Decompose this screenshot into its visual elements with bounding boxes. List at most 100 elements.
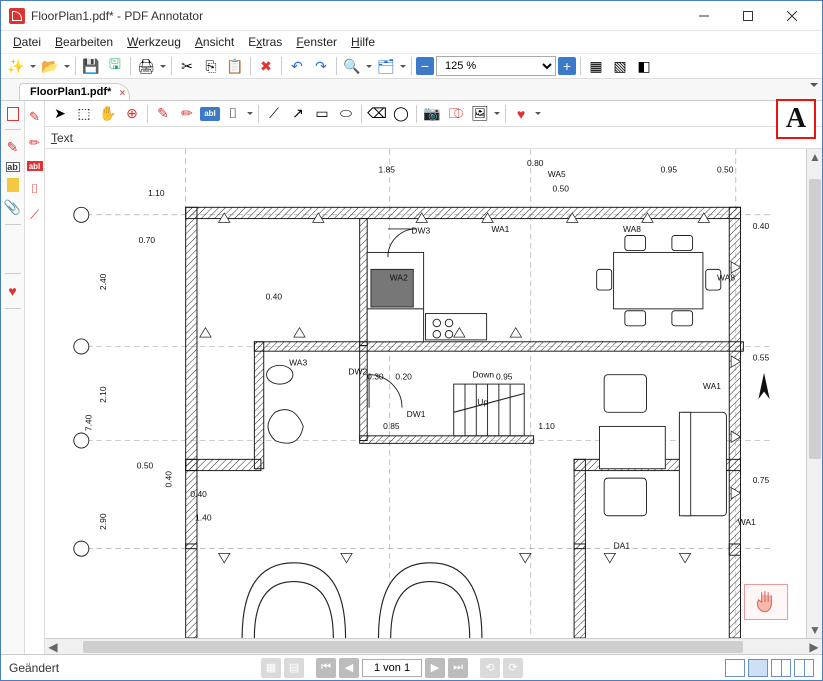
zoom-out-button[interactable]: − <box>416 57 434 75</box>
menu-view[interactable]: Ansicht <box>189 33 240 51</box>
document-viewport[interactable]: 1.85 0.80 0.95 0.50 0.50 1.10 0.70 0.40 … <box>45 149 822 654</box>
replace-button[interactable]: 🗂 <box>375 55 397 77</box>
minimize-button[interactable] <box>682 2 726 30</box>
line-ann[interactable]: ⟋ <box>263 103 285 125</box>
zoom-tool[interactable]: ⊕ <box>121 103 143 125</box>
view-single[interactable] <box>725 659 745 677</box>
page-button[interactable]: ▦ <box>585 55 607 77</box>
scroll-left-icon[interactable]: ◀ <box>45 639 61 654</box>
eraser-ann[interactable]: ⌫ <box>366 103 388 125</box>
menu-tool[interactable]: Werkzeug <box>121 33 187 51</box>
marker-tool-icon[interactable]: ✏ <box>27 135 43 151</box>
nav-thumb1-icon[interactable]: ▦ <box>261 658 281 678</box>
pen-tool-icon[interactable]: ✎ <box>27 109 43 125</box>
page-opts-button[interactable]: ▧ <box>609 55 631 77</box>
print-button[interactable]: 🖨 <box>135 55 157 77</box>
replace-dropdown[interactable] <box>399 62 407 71</box>
marker-ann[interactable]: ✏ <box>176 103 198 125</box>
nav-back-icon[interactable]: ⟲ <box>480 658 500 678</box>
menu-extras[interactable]: Extras <box>242 33 288 51</box>
clip-icon[interactable]: 📎 <box>4 198 22 216</box>
nav-first-icon[interactable]: ⏮ <box>316 658 336 678</box>
menu-file[interactable]: Datei <box>7 33 47 51</box>
menu-edit[interactable]: Bearbeiten <box>49 33 119 51</box>
app-icon <box>9 8 25 24</box>
text-label[interactable]: Text <box>51 131 73 145</box>
tabs-dropdown[interactable] <box>810 83 818 91</box>
nav-thumb2-icon[interactable]: ▤ <box>284 658 304 678</box>
scrollbar-vertical[interactable]: ▲ ▼ <box>806 149 822 638</box>
status-modified: Geändert <box>9 661 59 675</box>
open-button[interactable]: 📂 <box>39 55 61 77</box>
image-dd[interactable] <box>493 109 501 118</box>
print-dropdown[interactable] <box>159 62 167 71</box>
text-tool-icon[interactable]: abl <box>27 161 43 171</box>
fav-dd[interactable] <box>534 109 542 118</box>
view-two-up[interactable] <box>771 659 791 677</box>
rect-ann[interactable]: ▭ <box>311 103 333 125</box>
search-dropdown[interactable] <box>365 62 373 71</box>
undo-button[interactable]: ↶ <box>286 55 308 77</box>
svg-text:0.70: 0.70 <box>139 235 156 245</box>
nav-next-icon[interactable]: ▶ <box>425 658 445 678</box>
text-ann[interactable]: abl <box>200 107 220 121</box>
note-icon[interactable] <box>7 178 19 192</box>
paste-button[interactable]: 📋 <box>224 55 246 77</box>
scroll-right-icon[interactable]: ▶ <box>806 639 822 654</box>
maximize-button[interactable] <box>726 2 770 30</box>
new-dropdown[interactable] <box>29 62 37 71</box>
scroll-up-icon[interactable]: ▲ <box>807 149 822 165</box>
line-tool-icon[interactable]: ⟋ <box>27 207 43 223</box>
ellipse-ann[interactable]: ⬭ <box>335 103 357 125</box>
search-button[interactable]: 🔍 <box>341 55 363 77</box>
close-button[interactable] <box>770 2 814 30</box>
stamp-tool-icon[interactable]: ⌷ <box>27 181 43 197</box>
page-canvas[interactable]: 1.85 0.80 0.95 0.50 0.50 1.10 0.70 0.40 … <box>45 149 806 638</box>
select-tool[interactable]: ⬚ <box>73 103 95 125</box>
scroll-thumb-h[interactable] <box>83 641 743 653</box>
pen-red-icon[interactable]: ✎ <box>4 138 22 156</box>
tab-close-icon[interactable]: × <box>119 88 125 99</box>
view-two-cont[interactable] <box>794 659 814 677</box>
view-continuous[interactable] <box>748 659 768 677</box>
nav-prev-icon[interactable]: ◀ <box>339 658 359 678</box>
menu-window[interactable]: Fenster <box>290 33 343 51</box>
pan-tool[interactable]: ✋ <box>97 103 119 125</box>
nav-last-icon[interactable]: ⏭ <box>448 658 468 678</box>
delete-button[interactable]: ✖ <box>255 55 277 77</box>
cut-button[interactable]: ✂ <box>176 55 198 77</box>
fullscreen-button[interactable]: ◧ <box>633 55 655 77</box>
page-input[interactable] <box>362 659 422 677</box>
svg-text:Up: Up <box>477 397 488 407</box>
scroll-down-icon[interactable]: ▼ <box>807 622 822 638</box>
text-icon[interactable]: ab <box>6 162 20 172</box>
favorite-icon[interactable]: ♥ <box>510 103 532 125</box>
image-icon[interactable]: 🖼 <box>469 103 491 125</box>
stamp-dd[interactable] <box>246 109 254 118</box>
nav-fwd-icon[interactable]: ⟳ <box>503 658 523 678</box>
crop-icon[interactable]: ⎄ <box>445 103 467 125</box>
save-button[interactable]: 💾 <box>80 55 102 77</box>
zoom-in-button[interactable]: + <box>558 57 576 75</box>
tab-active[interactable]: FloorPlan1.pdf* × <box>19 83 130 100</box>
copy-button[interactable]: ⎘ <box>200 55 222 77</box>
pointer-tool[interactable]: ➤ <box>49 103 71 125</box>
zoom-select[interactable]: 125 % <box>436 56 556 76</box>
stamp-ann[interactable]: ⌷ <box>222 103 244 125</box>
rect-icon[interactable] <box>7 107 19 121</box>
pen-ann[interactable]: ✎ <box>152 103 174 125</box>
open-dropdown[interactable] <box>63 62 71 71</box>
page-nav: ▦ ▤ ⏮ ◀ ▶ ⏭ ⟲ ⟳ <box>261 658 523 678</box>
redo-button[interactable]: ↷ <box>310 55 332 77</box>
heart-icon[interactable]: ♥ <box>4 282 22 300</box>
menu-help[interactable]: Hilfe <box>345 33 381 51</box>
sep <box>171 57 172 75</box>
scroll-thumb-v[interactable] <box>809 179 821 459</box>
save-as-button[interactable]: 🖫 <box>104 55 126 77</box>
camera-icon[interactable]: 📷 <box>421 103 443 125</box>
new-button[interactable]: ✨ <box>5 55 27 77</box>
lasso-ann[interactable]: ◯ <box>390 103 412 125</box>
arrow-ann[interactable]: ↗ <box>287 103 309 125</box>
scrollbar-horizontal[interactable]: ◀ ▶ <box>45 638 822 654</box>
svg-text:DA1: DA1 <box>614 541 631 551</box>
